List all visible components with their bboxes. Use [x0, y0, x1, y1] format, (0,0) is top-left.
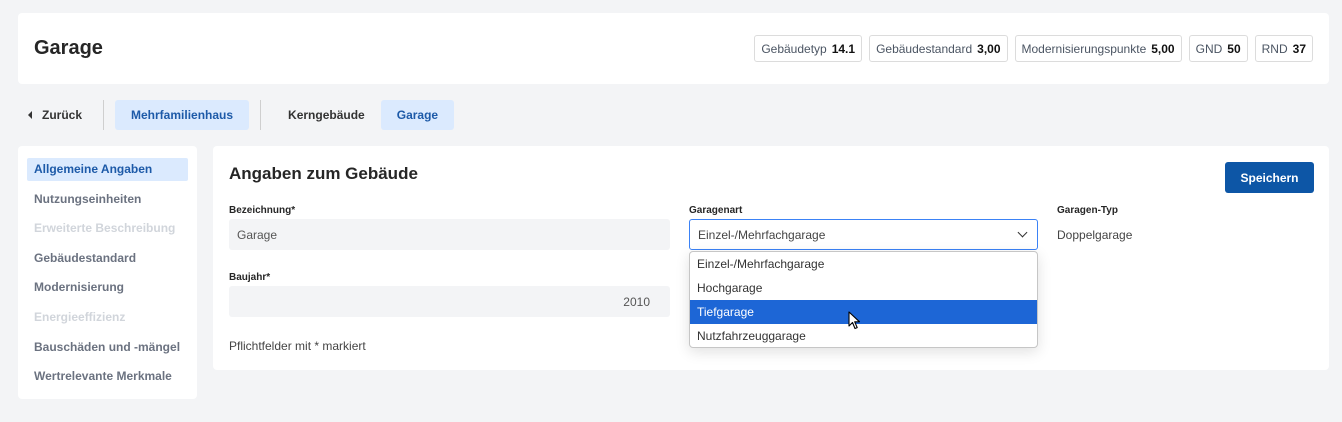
mouse-cursor-icon — [848, 311, 861, 330]
option-nutzfahrzeuggarage[interactable]: Nutzfahrzeuggarage — [690, 324, 1037, 347]
bezeichnung-input[interactable]: Garage — [229, 219, 670, 250]
required-note: Pflichtfelder mit * markiert — [229, 339, 366, 353]
baujahr-label: Baujahr* — [229, 272, 271, 283]
bezeichnung-label: Bezeichnung* — [229, 205, 296, 216]
sidebar-item-erweiterte-beschreibung: Erweiterte Beschreibung — [34, 221, 176, 236]
chevron-down-icon — [1017, 227, 1028, 238]
caret-left-icon — [28, 111, 32, 119]
sidebar-item-modernisierung[interactable]: Modernisierung — [27, 276, 188, 299]
back-button[interactable]: Zurück — [18, 99, 92, 131]
baujahr-input[interactable]: 2010 — [229, 286, 670, 317]
sidebar: Allgemeine Angaben Nutzungseinheiten Erw… — [18, 146, 197, 399]
garagentyp-value: Doppelgarage — [1057, 228, 1133, 242]
page-header: Garage Gebäudetyp 14.1 Gebäudestandard 3,0… — [18, 13, 1329, 84]
option-hochgarage[interactable]: Hochgarage — [690, 276, 1037, 300]
badge-gebaeudetyp: Gebäudetyp 14.1 — [754, 35, 863, 62]
sidebar-item-energieeffizienz: Energieeffizienz — [34, 309, 126, 324]
badge-modernisierungspunkte: Modernisierungspunkte 5,00 — [1014, 35, 1182, 62]
sidebar-item-allgemeine-angaben[interactable]: Allgemeine Angaben — [27, 158, 188, 181]
garagentyp-label: Garagen-Typ — [1057, 205, 1118, 216]
garagenart-dropdown: Einzel-/Mehrfachgarage Hochgarage Tiefga… — [689, 251, 1038, 348]
crumb-mehrfamilienhaus[interactable]: Mehrfamilienhaus — [115, 100, 250, 130]
breadcrumb: Zurück Mehrfamilienhaus Kerngebäude Gara… — [18, 99, 455, 131]
divider — [103, 100, 105, 130]
badge-rnd: RND 37 — [1254, 35, 1313, 62]
section-title: Angaben zum Gebäude — [229, 164, 418, 183]
option-einzel-mehrfachgarage[interactable]: Einzel-/Mehrfachgarage — [690, 252, 1037, 276]
sidebar-item-gebaeudestandard[interactable]: Gebäudestandard — [27, 247, 188, 270]
sidebar-item-bauschaeden[interactable]: Bauschäden und -mängel — [27, 336, 188, 359]
crumb-kerngebaeude[interactable]: Kerngebäude — [272, 100, 381, 130]
sidebar-item-nutzungseinheiten[interactable]: Nutzungseinheiten — [27, 188, 188, 211]
page-title: Garage — [34, 37, 103, 59]
badge-group: Gebäudetyp 14.1 Gebäudestandard 3,00 Moder… — [754, 35, 1313, 62]
badge-gebaeudestandard: Gebäudestandard 3,00 — [869, 35, 1008, 62]
badge-gnd: GND 50 — [1188, 35, 1248, 62]
divider — [260, 100, 262, 130]
save-button[interactable]: Speichern — [1225, 162, 1314, 193]
garagenart-select[interactable]: Einzel-/Mehrfachgarage — [689, 219, 1038, 250]
sidebar-item-wertrelevante-merkmale[interactable]: Wertrelevante Merkmale — [27, 365, 188, 388]
garagenart-label: Garagenart — [689, 205, 743, 216]
crumb-garage[interactable]: Garage — [380, 100, 455, 130]
option-tiefgarage[interactable]: Tiefgarage — [690, 300, 1037, 324]
